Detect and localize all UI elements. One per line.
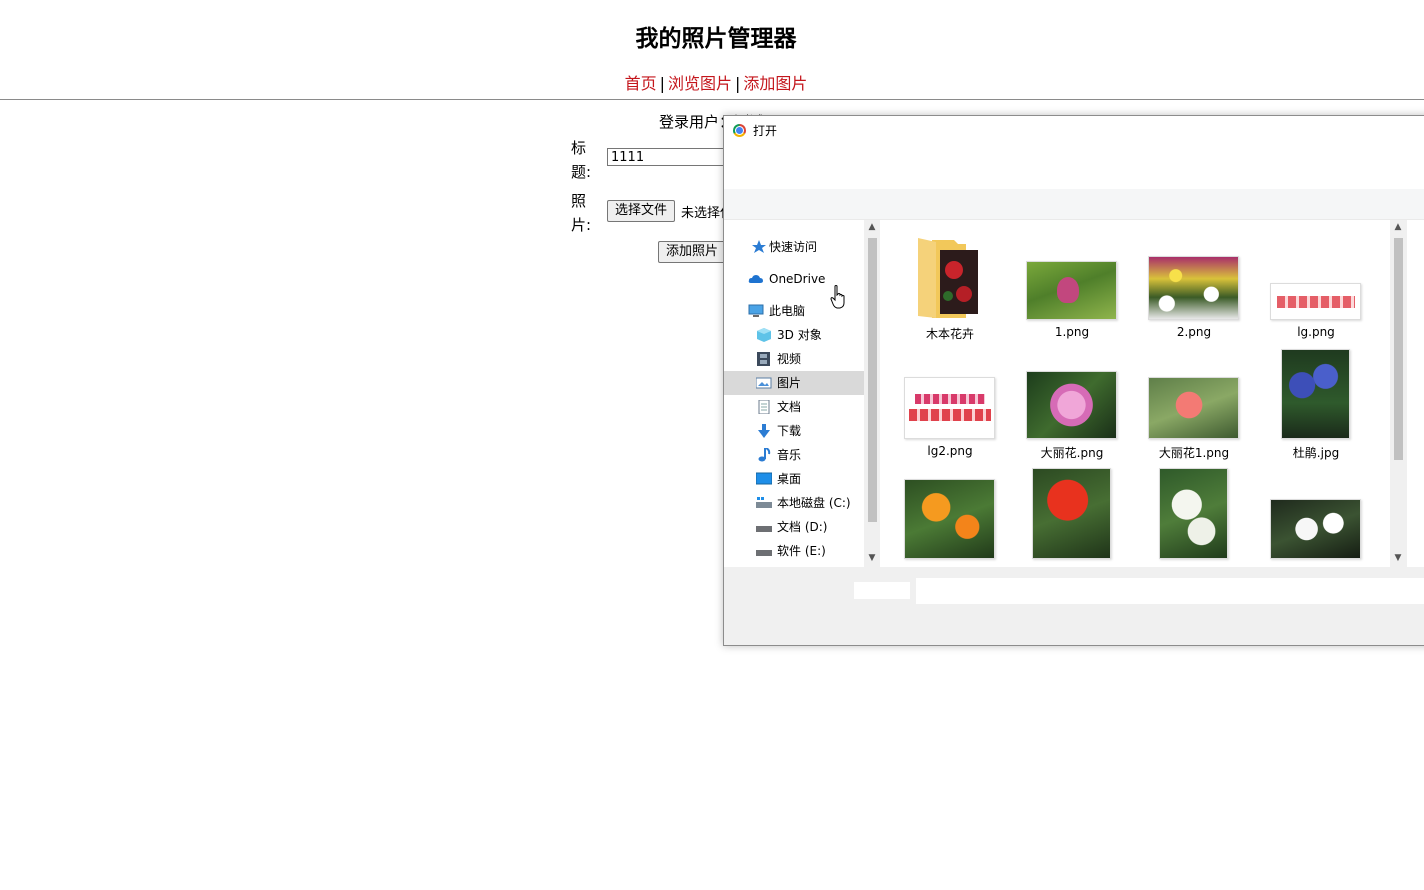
file-thumbnail: [1270, 499, 1361, 559]
dialog-file-list: 木本花卉 1.png 2.png lg.png lg2.png 大丽花.png …: [880, 220, 1390, 567]
scroll-up-icon[interactable]: ▲: [1393, 222, 1403, 232]
nav-item-label: 此电脑: [769, 304, 806, 318]
file-thumbnail: [1159, 468, 1228, 559]
file-name: 2.png: [1176, 325, 1212, 339]
dialog-toolbar: [724, 189, 1424, 220]
file-thumbnail: [1026, 371, 1117, 439]
scrollbar-thumb[interactable]: [868, 238, 877, 522]
file-thumbnail: [904, 479, 995, 559]
drive-icon: [756, 526, 772, 532]
scroll-up-icon[interactable]: ▲: [867, 222, 877, 232]
file-thumbnail: [1270, 283, 1361, 320]
main-nav: 首页 | 浏览图片 | 添加图片: [0, 70, 1424, 94]
nav-item-label: 桌面: [777, 472, 802, 486]
nav-item-downloads[interactable]: 下载: [724, 419, 864, 443]
nav-separator: |: [659, 74, 665, 93]
nav-item-drive-d[interactable]: 文档 (D:): [724, 515, 864, 539]
nav-item-drive-e[interactable]: 软件 (E:): [724, 539, 864, 563]
file-name: 大丽花.png: [1040, 446, 1104, 460]
header-divider: [0, 99, 1424, 100]
nav-item-label: 本地磁盘 (C:): [777, 496, 851, 510]
drive-icon: [756, 497, 772, 508]
nav-item-label: 文档: [777, 400, 802, 414]
nav-item-3d-objects[interactable]: 3D 对象: [724, 323, 864, 347]
film-icon: [757, 352, 770, 366]
file-thumbnail: [904, 377, 995, 439]
nav-link-add[interactable]: 添加图片: [743, 74, 807, 93]
add-photo-button[interactable]: 添加照片: [658, 241, 727, 263]
scroll-down-icon[interactable]: ▼: [1393, 553, 1403, 563]
file-name: 杜鹃.jpg: [1292, 446, 1340, 460]
cube-icon: [757, 328, 771, 342]
nav-item-quick-access[interactable]: 快速访问: [724, 235, 864, 259]
nav-item-label: 音乐: [777, 448, 802, 462]
hand-cursor-icon: [830, 285, 845, 309]
choose-file-button[interactable]: 选择文件: [607, 200, 676, 222]
dialog-nav-pane: 快速访问 OneDrive 此电脑 3D 对象 视频 图片 文档 下载 音乐 桌…: [724, 220, 864, 567]
nav-item-label: OneDrive: [769, 272, 826, 286]
nav-item-documents[interactable]: 文档: [724, 395, 864, 419]
file-name: 大丽花1.png: [1158, 446, 1230, 460]
nav-item-label: 图片: [777, 376, 802, 390]
file-thumbnail: [1148, 377, 1239, 439]
nav-item-label: 3D 对象: [777, 328, 822, 342]
cloud-icon: [748, 275, 763, 283]
nav-item-label: 快速访问: [769, 240, 818, 254]
music-note-icon: [758, 448, 771, 462]
nav-item-pictures[interactable]: 图片: [724, 371, 864, 395]
nav-link-home[interactable]: 首页: [625, 74, 657, 93]
document-icon: [758, 400, 770, 414]
nav-item-videos[interactable]: 视频: [724, 347, 864, 371]
nav-separator: |: [735, 74, 741, 93]
file-name: 1.png: [1054, 325, 1090, 339]
folder-icon: [918, 238, 978, 318]
dialog-bottom-bar: [724, 567, 1424, 645]
computer-icon: [748, 304, 764, 317]
nav-item-drive-c[interactable]: 本地磁盘 (C:): [724, 491, 864, 515]
star-icon: [752, 240, 766, 253]
download-arrow-icon: [758, 424, 770, 438]
dialog-title: 打开: [753, 124, 778, 138]
chrome-icon: [733, 124, 746, 137]
desktop-icon: [756, 472, 772, 485]
scroll-down-icon[interactable]: ▼: [867, 553, 877, 563]
nav-item-label: 文档 (D:): [777, 520, 828, 534]
drive-icon: [756, 550, 772, 556]
filename-label: [854, 582, 910, 599]
nav-item-music[interactable]: 音乐: [724, 443, 864, 467]
file-thumbnail: [1281, 349, 1350, 439]
file-open-dialog: 打开 快速访问 OneDrive 此电脑 3D 对象 视频 图片 文档 下载 音…: [723, 115, 1424, 646]
file-name: 木本花卉: [925, 327, 974, 341]
picture-icon: [756, 377, 772, 389]
nav-link-browse[interactable]: 浏览图片: [668, 74, 732, 93]
file-list-scrollbar[interactable]: ▲ ▼: [1390, 220, 1407, 567]
nav-item-desktop[interactable]: 桌面: [724, 467, 864, 491]
nav-item-label: 软件 (E:): [777, 544, 826, 558]
title-label: 标题:: [571, 139, 592, 181]
file-thumbnail: [1026, 261, 1117, 320]
nav-item-label: 下载: [777, 424, 802, 438]
photo-label: 照片:: [571, 192, 592, 234]
filename-input[interactable]: [916, 578, 1424, 604]
nav-item-label: 视频: [777, 352, 802, 366]
file-thumbnail: [1032, 468, 1111, 559]
nav-pane-scrollbar[interactable]: ▲ ▼: [864, 220, 880, 567]
scrollbar-thumb[interactable]: [1394, 238, 1403, 460]
page-title: 我的照片管理器: [635, 26, 797, 52]
dialog-titlebar[interactable]: 打开: [724, 116, 1424, 146]
file-name: lg2.png: [927, 444, 973, 458]
file-name: lg.png: [1297, 325, 1335, 339]
file-thumbnail: [1148, 256, 1239, 320]
